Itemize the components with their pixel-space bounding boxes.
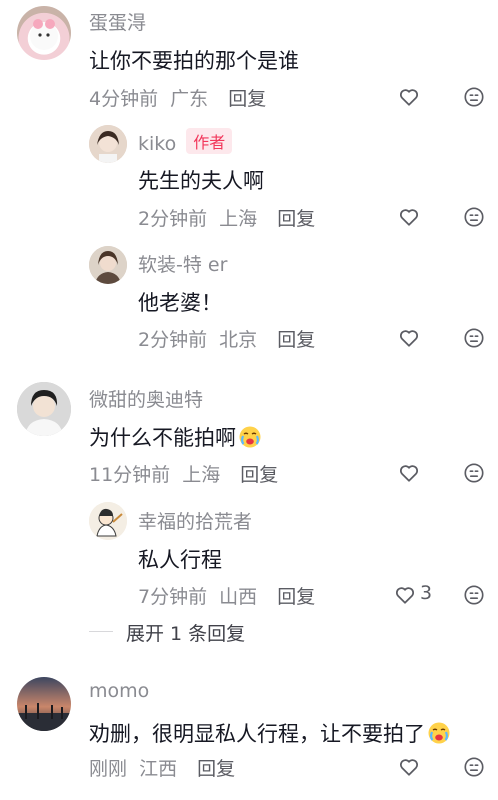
- heart-icon[interactable]: [394, 584, 416, 606]
- reply-username[interactable]: kiko 作者: [138, 128, 233, 155]
- comment-text-content: 劝删，很明显私人行程，让不要拍了: [89, 722, 425, 746]
- avatar[interactable]: [17, 677, 71, 731]
- reply-time: 7分钟前: [138, 586, 208, 608]
- dislike-face-icon[interactable]: [463, 86, 485, 108]
- comment-username[interactable]: momo: [89, 680, 149, 702]
- comment-time: 刚刚: [89, 758, 128, 780]
- avatar[interactable]: [17, 6, 71, 60]
- boy-avatar-icon: [17, 382, 71, 436]
- comment-text: 劝删，很明显私人行程，让不要拍了: [89, 718, 451, 748]
- comment-meta: 11分钟前 上海 回复: [89, 460, 278, 487]
- reply-button[interactable]: 回复: [277, 329, 315, 351]
- comment-time: 11分钟前: [89, 464, 171, 486]
- reply-meta: 2分钟前 上海 回复: [138, 204, 315, 231]
- comment-time: 4分钟前: [89, 88, 159, 110]
- reply-username-text[interactable]: kiko: [138, 133, 176, 155]
- cartoon-avatar-icon: [89, 502, 127, 540]
- girl-avatar-2-icon: [89, 246, 127, 284]
- reply-username[interactable]: 幸福的拾荒者: [138, 507, 252, 534]
- girl-avatar-icon: [89, 125, 127, 163]
- reply-button[interactable]: 回复: [277, 586, 315, 608]
- reply-location: 上海: [219, 208, 258, 230]
- reply-username[interactable]: 软装-特 er: [138, 250, 227, 277]
- heart-icon[interactable]: [398, 206, 420, 228]
- sunset-avatar-icon: [17, 677, 71, 731]
- heart-icon[interactable]: [398, 327, 420, 349]
- dislike-face-icon[interactable]: [463, 206, 485, 228]
- reply-location: 北京: [219, 329, 258, 351]
- reply-meta: 7分钟前 山西 回复: [138, 582, 315, 609]
- reply-time: 2分钟前: [138, 329, 208, 351]
- dislike-face-icon[interactable]: [463, 756, 485, 778]
- avatar[interactable]: [89, 125, 127, 163]
- avatar[interactable]: [89, 502, 127, 540]
- comment-list: 蛋蛋淂 让你不要拍的那个是谁 4分钟前 广东 回复 kiko 作者 先生的夫人啊…: [0, 0, 498, 800]
- avatar[interactable]: [89, 246, 127, 284]
- reply-button[interactable]: 回复: [240, 464, 278, 486]
- dislike-face-icon[interactable]: [463, 327, 485, 349]
- reply-button[interactable]: 回复: [277, 208, 315, 230]
- reply-text: 他老婆！: [138, 291, 222, 315]
- comment-username[interactable]: 蛋蛋淂: [89, 8, 146, 35]
- expand-replies-button[interactable]: 展开 1 条回复: [126, 619, 245, 646]
- heart-icon[interactable]: [398, 86, 420, 108]
- reply-text: 先生的夫人啊: [138, 169, 264, 193]
- reply-text: 私人行程: [138, 548, 222, 572]
- comment-text-content: 为什么不能拍啊: [89, 426, 236, 450]
- comment-location: 江西: [139, 758, 178, 780]
- expand-divider: [89, 631, 113, 632]
- reply-meta: 2分钟前 北京 回复: [138, 325, 315, 352]
- comment-meta: 4分钟前 广东 回复: [89, 84, 266, 111]
- comment-meta: 刚刚 江西 回复: [89, 754, 235, 781]
- dislike-face-icon[interactable]: [463, 462, 485, 484]
- comment-location: 广东: [170, 88, 209, 110]
- dislike-face-icon[interactable]: [463, 584, 485, 606]
- reply-location: 山西: [219, 586, 258, 608]
- pink-cat-avatar-icon: [30, 19, 58, 50]
- reply-button[interactable]: 回复: [197, 758, 235, 780]
- comment-username[interactable]: 微甜的奥迪特: [89, 385, 203, 412]
- reply-time: 2分钟前: [138, 208, 208, 230]
- comment-location: 上海: [182, 464, 221, 486]
- crying-face-emoji-icon: [239, 426, 261, 448]
- comment-text: 为什么不能拍啊: [89, 422, 262, 452]
- heart-icon[interactable]: [398, 756, 420, 778]
- crying-face-emoji-icon: [428, 722, 450, 744]
- heart-icon[interactable]: [398, 462, 420, 484]
- like-count: 3: [420, 582, 433, 604]
- reply-button[interactable]: 回复: [228, 88, 266, 110]
- comment-text: 让你不要拍的那个是谁: [89, 49, 299, 73]
- avatar[interactable]: [17, 382, 71, 436]
- author-badge: 作者: [186, 128, 233, 154]
